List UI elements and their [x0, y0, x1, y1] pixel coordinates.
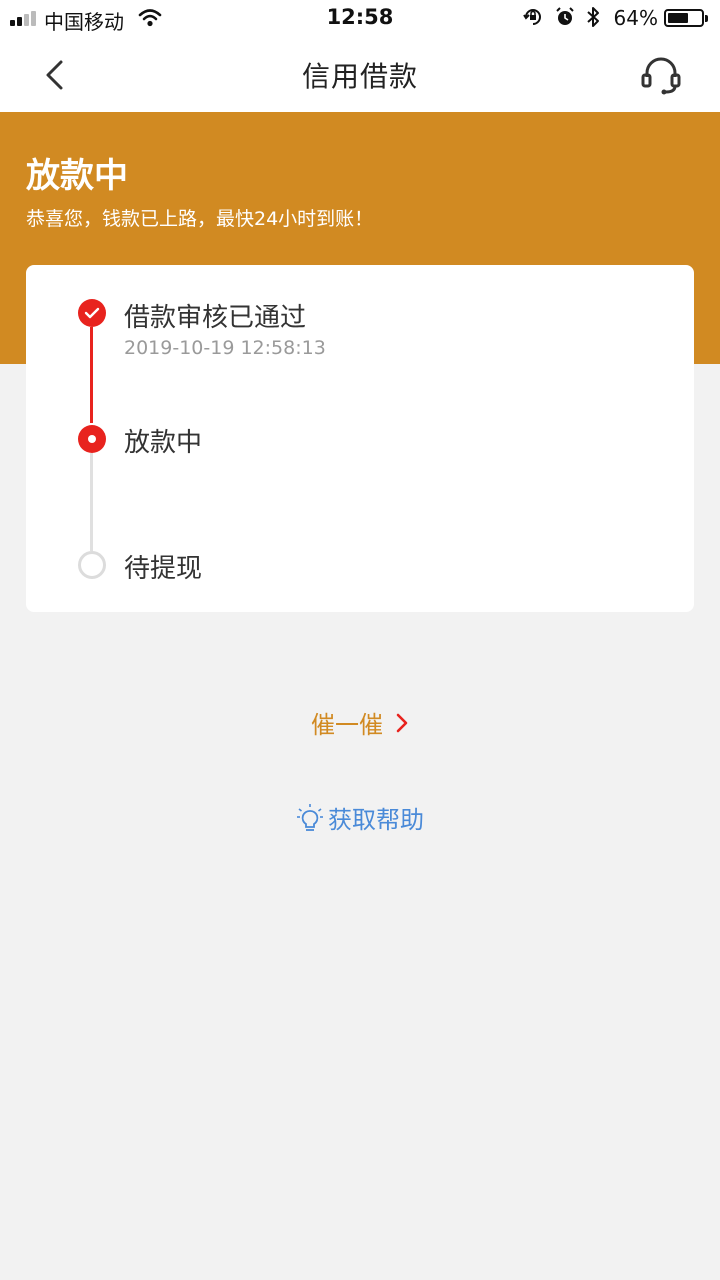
check-icon	[78, 299, 106, 327]
battery-fill	[668, 13, 689, 23]
progress-card: 借款审核已通过 2019-10-19 12:58:13 放款中 待提现	[26, 265, 694, 612]
nav-bar: 信用借款	[0, 38, 720, 112]
step-date: 2019-10-19 12:58:13	[124, 337, 326, 359]
pending-dot-icon	[78, 551, 106, 579]
get-help-link[interactable]: 获取帮助	[0, 800, 720, 835]
lightbulb-icon	[297, 803, 323, 831]
page: 中国移动 12:58 64% 信用借款 放款中 恭喜您，钱款已上路，最快24小时…	[0, 0, 720, 1280]
urge-button[interactable]: 催一催	[0, 705, 720, 740]
active-dot-icon	[78, 425, 106, 453]
step-label: 待提现	[124, 554, 203, 584]
customer-service-button[interactable]	[636, 50, 686, 100]
step-label: 放款中	[124, 428, 203, 458]
clock-time: 12:58	[326, 5, 394, 29]
status-bar: 中国移动 12:58 64%	[0, 0, 720, 38]
page-title: 信用借款	[301, 60, 418, 93]
progress-line-pending	[90, 453, 93, 551]
urge-label: 催一催	[311, 711, 383, 739]
help-label: 获取帮助	[328, 806, 424, 834]
step-label: 借款审核已通过	[124, 303, 307, 333]
chevron-right-icon	[396, 713, 408, 732]
battery-percent: 64%	[613, 6, 658, 30]
battery-icon	[664, 9, 708, 27]
headset-icon	[641, 57, 681, 95]
rotation-lock-icon	[522, 6, 544, 32]
progress-line-completed	[90, 327, 93, 423]
loan-status-message: 恭喜您，钱款已上路，最快24小时到账！	[26, 208, 374, 230]
bluetooth-icon	[586, 6, 600, 32]
alarm-icon	[554, 6, 576, 32]
loan-status-title: 放款中	[26, 156, 128, 196]
status-icons	[522, 6, 600, 32]
